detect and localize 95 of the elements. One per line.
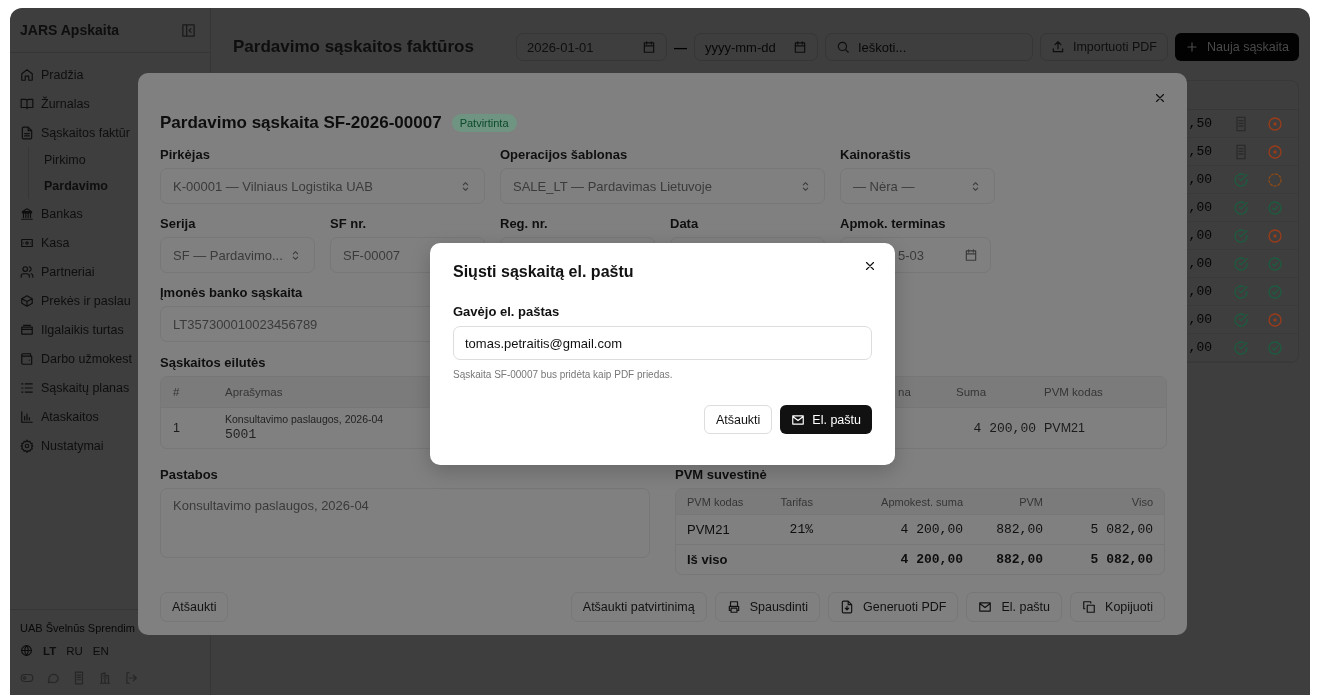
building-icon	[98, 671, 112, 685]
mail-icon	[978, 600, 993, 614]
amount-cell-text: ,50	[1188, 116, 1213, 131]
table-cell-text: 4 200,00	[899, 522, 963, 537]
calendar-icon	[792, 40, 807, 54]
collapse-sidebar-icon	[181, 22, 196, 38]
menu-item-icon	[20, 351, 34, 366]
plus-icon	[1185, 40, 1199, 54]
menu-item-icon	[20, 67, 34, 82]
amount-cell-text: ,00	[1188, 284, 1213, 299]
field-label: Data	[670, 216, 700, 231]
form-field[interactable]: K-00001 — Vilniaus Logistika UAB	[160, 168, 485, 204]
action-button[interactable]: Spausdinti	[714, 592, 821, 622]
invoice-title: Pardavimo sąskaita SF-2026-00007	[160, 113, 442, 133]
send-email-button[interactable]: El. paštu	[780, 405, 872, 434]
toggle-icon	[20, 671, 34, 685]
date-range-separator: —	[673, 39, 687, 55]
action-button[interactable]: Generuoti PDF	[828, 592, 959, 622]
column-header: #	[173, 386, 180, 398]
menu-item-icon	[20, 96, 34, 111]
action-button[interactable]: Atšaukti patvirtinimą	[570, 592, 707, 622]
action-button[interactable]: Kopijuoti	[1070, 592, 1165, 622]
table-cell-text: 882,00	[995, 552, 1043, 567]
close-icon	[863, 259, 877, 273]
menu-item-icon	[20, 293, 34, 308]
action-button[interactable]: El. paštu	[966, 592, 1063, 622]
amount-cell-text: ,00	[1188, 200, 1213, 215]
row-number: 1	[173, 421, 180, 435]
calendar-icon	[964, 248, 978, 262]
hint-text: Sąskaita SF-00007 bus pridėta kaip PDF priedas.	[453, 369, 674, 380]
form-field[interactable]: — Nėra —	[840, 168, 995, 204]
table-cell-text: 21%	[788, 522, 813, 537]
menu-item-icon	[20, 380, 34, 395]
amount-cell-text: ,50	[1188, 144, 1213, 159]
amount-cell-text: ,00	[1188, 172, 1213, 187]
column-header: PVM	[1018, 495, 1043, 508]
menu-item-icon	[20, 409, 34, 424]
search-icon	[835, 40, 850, 54]
table-cell-text: Iš viso	[687, 552, 729, 567]
amount-cell-text: ,00	[1188, 340, 1213, 355]
field-label: Apmok. terminas	[840, 216, 947, 231]
table-cell-text: 5 082,00	[1089, 552, 1153, 567]
column-header: Aprašymas	[225, 386, 283, 398]
cancel-button[interactable]: Atšaukti	[703, 405, 773, 434]
menu-item-icon	[20, 322, 34, 337]
column-header: PVM kodas	[687, 495, 745, 508]
copy-icon	[1082, 600, 1097, 614]
column-header: na	[898, 386, 911, 398]
menu-item-icon	[20, 438, 34, 453]
field-label: Pirkėjas	[160, 147, 211, 162]
chat-icon	[46, 671, 60, 685]
amount-cell-text: ,00	[1188, 312, 1213, 327]
field-label: Reg. nr.	[500, 216, 549, 231]
form-field[interactable]: SF — Pardavimo...	[160, 237, 315, 273]
filedown-icon	[840, 600, 855, 614]
menu-item-icon	[20, 206, 34, 221]
field-label: Įmonės banko sąskaita	[160, 285, 304, 300]
calendar-icon	[641, 40, 656, 54]
notes-textarea[interactable]: Konsultavimo paslaugos, 2026-04	[160, 488, 650, 558]
form-field[interactable]: SALE_LT — Pardavimas Lietuvoje	[500, 168, 825, 204]
vat-code-cell: PVM21	[1044, 421, 1085, 435]
amount-cell: 4 200,00	[973, 420, 1036, 436]
cancel-button[interactable]: Atšaukti	[160, 592, 229, 622]
column-header: Suma	[956, 386, 987, 398]
upload-icon	[1050, 40, 1065, 54]
document-icon	[72, 671, 86, 685]
amount-cell-text: ,00	[1188, 256, 1213, 271]
description-cell: Konsultavimo paslaugos, 2026-04	[225, 411, 384, 427]
column-header: Apmokest. suma	[880, 495, 963, 508]
mail-icon	[791, 412, 806, 427]
menu-item-icon	[20, 264, 34, 279]
logout-icon	[124, 671, 138, 685]
table-cell-text: PVM21	[687, 522, 731, 537]
new-invoice-button[interactable]: Nauja sąskaita	[1175, 33, 1299, 61]
field-label: Pastabos	[160, 467, 219, 482]
language-icon	[20, 644, 33, 657]
email-input[interactable]: tomas.petraitis@gmail.com	[453, 326, 872, 360]
close-icon	[1153, 91, 1167, 105]
column-header: Viso	[1130, 495, 1153, 508]
column-header: Tarifas	[779, 495, 813, 508]
column-header: PVM kodas	[1044, 386, 1103, 398]
amount-cell-text: ,00	[1188, 228, 1213, 243]
section-title: PVM suvestinė	[675, 467, 768, 482]
account-code-cell: 5001	[225, 426, 257, 445]
section-title: Sąskaitos eilutės	[160, 355, 267, 370]
field-label: Serija	[160, 216, 197, 231]
menu-item-icon	[20, 125, 34, 140]
table-cell-text: 5 082,00	[1089, 522, 1153, 537]
status-badge: Patvirtinta	[451, 114, 517, 132]
field-label: Kainoraštis	[840, 147, 912, 162]
table-cell-text: 882,00	[995, 522, 1043, 537]
printer-icon	[726, 600, 741, 614]
field-label: SF nr.	[330, 216, 368, 231]
field-label: Operacijos šablonas	[500, 147, 629, 162]
table-cell-text: 4 200,00	[899, 552, 963, 567]
